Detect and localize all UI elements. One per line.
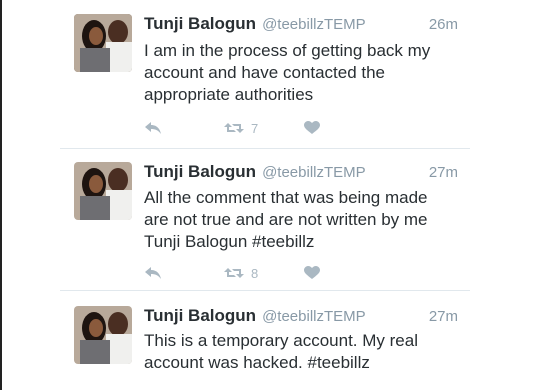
reply-button[interactable] (144, 121, 162, 135)
tweet-text-line: I am in the process of getting back my (144, 41, 431, 60)
author-handle[interactable]: @teebillzTEMP (262, 16, 366, 33)
tweet-header: Tunji Balogun @teebillzTEMP 26m (144, 14, 458, 36)
avatar[interactable] (74, 306, 132, 364)
divider (60, 290, 470, 291)
tweet-text: All the comment that was being made are … (144, 187, 462, 253)
retweet-button[interactable]: 7 (224, 121, 258, 136)
author-handle[interactable]: @teebillzTEMP (262, 308, 366, 325)
reply-icon (145, 267, 161, 279)
tweet-text-line: All the comment that was being made (144, 188, 428, 207)
heart-icon (304, 121, 320, 134)
like-button[interactable] (304, 121, 320, 135)
tweet: Tunji Balogun @teebillzTEMP 26m I am in … (60, 0, 470, 146)
timestamp[interactable]: 26m (429, 16, 458, 33)
tweet: Tunji Balogun @teebillzTEMP 27m All the … (60, 150, 470, 290)
tweet-header: Tunji Balogun @teebillzTEMP 27m (144, 306, 458, 328)
reply-button[interactable] (144, 266, 162, 280)
author-name[interactable]: Tunji Balogun (144, 162, 256, 182)
reply-icon (145, 122, 161, 134)
retweet-icon (224, 268, 244, 278)
tweet-text-line: account and have contacted the (144, 63, 386, 82)
timestamp[interactable]: 27m (429, 164, 458, 181)
author-name[interactable]: Tunji Balogun (144, 14, 256, 34)
timestamp[interactable]: 27m (429, 308, 458, 325)
retweet-count: 7 (251, 120, 259, 136)
tweet-text: This is a temporary account. My real acc… (144, 330, 462, 374)
author-handle[interactable]: @teebillzTEMP (262, 164, 366, 181)
tweet-text-line: Tunji Balogun #teebillz (144, 232, 315, 251)
tweet-text-line: account was hacked. #teebillz (144, 353, 370, 372)
retweet-count: 8 (251, 265, 259, 281)
heart-icon (304, 266, 320, 279)
like-button[interactable] (304, 266, 320, 280)
author-name[interactable]: Tunji Balogun (144, 306, 256, 326)
tweet-text-line: This is a temporary account. My real (144, 331, 418, 350)
tweet-text-line: are not true and are not written by me (144, 210, 428, 229)
retweet-icon (224, 123, 244, 133)
retweet-button[interactable]: 8 (224, 266, 258, 281)
tweet-header: Tunji Balogun @teebillzTEMP 27m (144, 162, 458, 184)
divider (60, 148, 470, 149)
avatar[interactable] (74, 162, 132, 220)
tweet-text: I am in the process of getting back my a… (144, 40, 462, 106)
avatar[interactable] (74, 14, 132, 72)
tweet-text-line: appropriate authorities (144, 85, 314, 104)
left-border (0, 0, 2, 390)
tweet: Tunji Balogun @teebillzTEMP 27m This is … (60, 292, 470, 390)
